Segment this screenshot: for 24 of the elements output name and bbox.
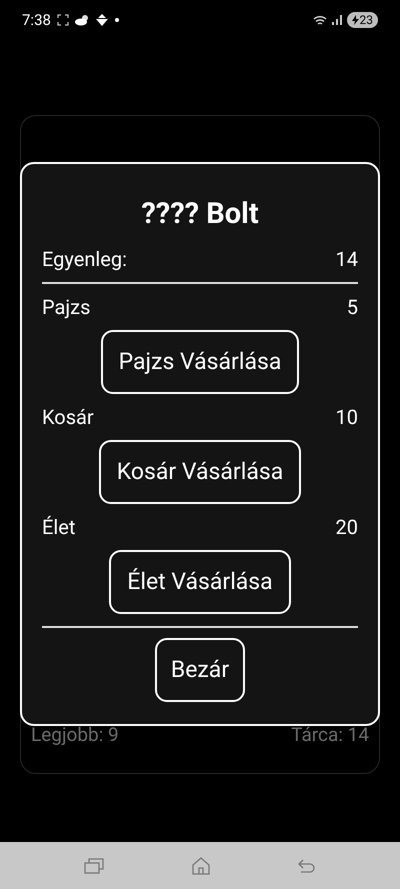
item-name: Pajzs [42,294,90,321]
best-score: Legjobb: 9 [31,722,119,748]
close-button[interactable]: Bezár [154,638,246,702]
dot-icon [114,18,119,22]
buy-button[interactable]: Élet Vásárlása [109,550,291,614]
item-price: 20 [336,514,358,541]
balance-value: 14 [336,246,358,273]
signal-icon [332,15,342,25]
balance-label: Egyenleg: [42,246,127,273]
item-name: Kosár [42,404,94,431]
item-name: Élet [42,514,76,541]
screenshot-icon [56,14,69,26]
item-price: 10 [336,404,358,431]
wallet-balance: Tárca: 14 [291,722,369,748]
buy-button[interactable]: Kosár Vásárlása [98,440,302,504]
buy-button[interactable]: Pajzs Vásárlása [100,330,300,394]
back-icon[interactable] [298,858,316,872]
home-icon[interactable] [192,856,210,874]
clock: 7:38 [22,10,51,31]
battery-indicator: 23 [346,12,378,28]
recent-apps-icon[interactable] [84,858,104,874]
dialog-title: ???? Bolt [140,196,260,233]
wifi-icon [312,14,326,26]
item-price: 5 [346,294,358,321]
